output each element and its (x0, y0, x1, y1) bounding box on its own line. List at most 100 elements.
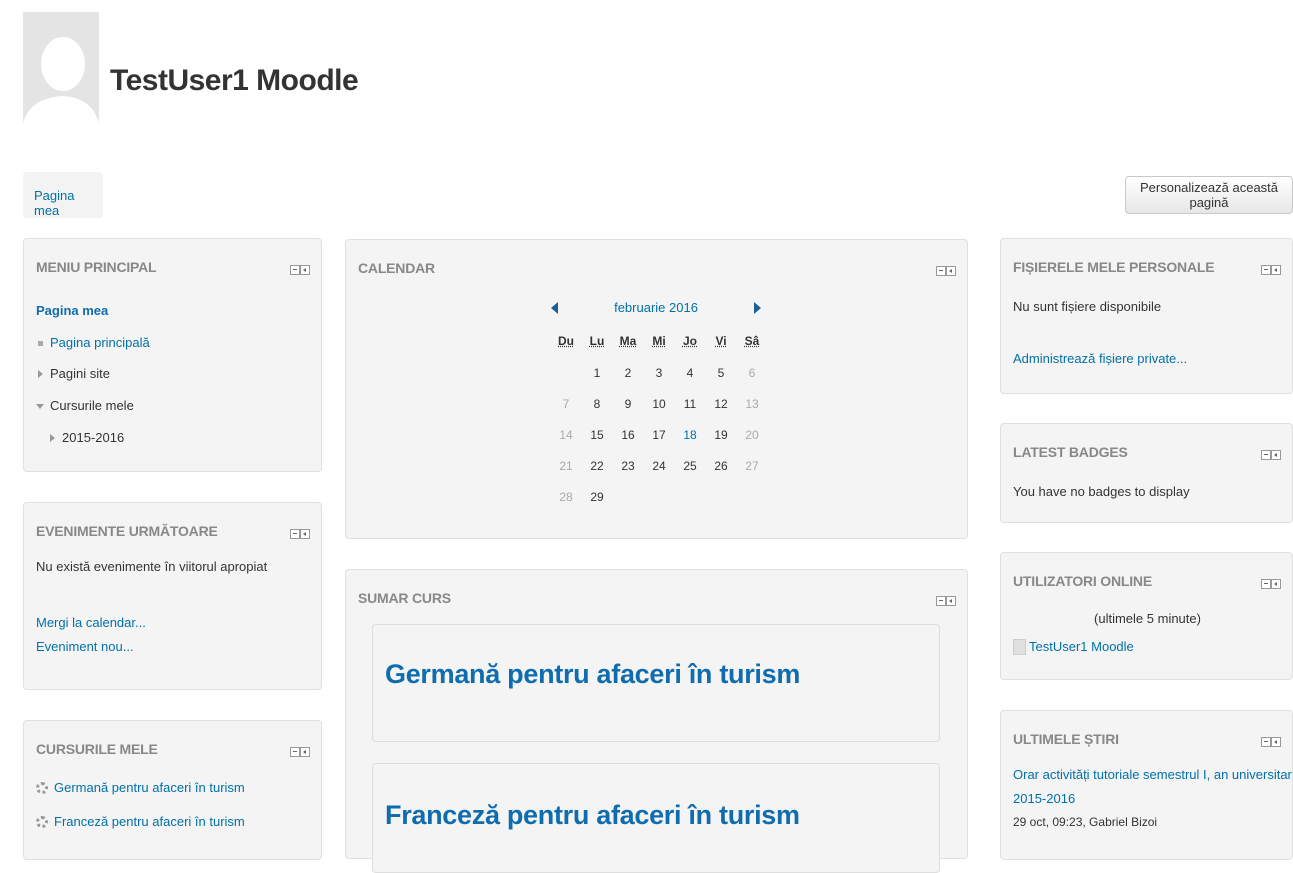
calendar-day[interactable]: 23 (613, 459, 643, 473)
calendar-day[interactable]: 28 (551, 490, 581, 504)
calendar-weekday-header: Lu (582, 334, 612, 348)
user-avatar-icon (1013, 639, 1026, 655)
calendar-day[interactable]: 22 (582, 459, 612, 473)
news-headline-line1[interactable]: Orar activități tutoriale semestrul I, a… (1013, 767, 1292, 782)
course-title-french[interactable]: Franceză pentru afaceri în turism (385, 800, 800, 831)
square-bullet-icon (38, 341, 43, 346)
menu-item-year[interactable]: 2015-2016 (62, 430, 124, 445)
calendar-weekday-header: Mi (644, 334, 674, 348)
calendar-weekday-header: Jo (675, 334, 705, 348)
calendar-month-link[interactable]: februarie 2016 (586, 300, 726, 315)
block-title: SUMAR CURS (358, 590, 451, 606)
calendar-day[interactable]: 15 (582, 428, 612, 442)
page-title: TestUser1 Moodle (110, 64, 358, 98)
block-hide-dock-icon[interactable] (936, 596, 956, 606)
goto-calendar-link[interactable]: Mergi la calendar... (36, 615, 146, 630)
block-title: UTILIZATORI ONLINE (1013, 573, 1152, 589)
calendar-day[interactable]: 2 (613, 366, 643, 380)
menu-item-my-courses[interactable]: Cursurile mele (50, 398, 134, 413)
calendar-weekday-header: Ma (613, 334, 643, 348)
calendar-day[interactable]: 4 (675, 366, 705, 380)
my-courses-block: CURSURILE MELE Germană pentru afaceri în… (23, 720, 322, 860)
news-meta: 29 oct, 09:23, Gabriel Bizoi (1013, 815, 1157, 829)
course-card[interactable]: Franceză pentru afaceri în turism (372, 763, 940, 873)
calendar-day[interactable]: 19 (706, 428, 736, 442)
triangle-right-icon[interactable] (50, 434, 55, 442)
calendar-day[interactable]: 8 (582, 397, 612, 411)
online-period-text: (ultimele 5 minute) (1001, 611, 1293, 626)
calendar-day[interactable]: 24 (644, 459, 674, 473)
block-title: CURSURILE MELE (36, 741, 158, 757)
online-users-block: UTILIZATORI ONLINE (ultimele 5 minute) T… (1000, 552, 1293, 680)
calendar-day[interactable]: 7 (551, 397, 581, 411)
news-headline-line2[interactable]: 2015-2016 (1013, 791, 1075, 806)
calendar-next-month-icon[interactable] (754, 302, 761, 314)
block-hide-dock-icon[interactable] (290, 529, 310, 539)
no-events-text: Nu există evenimente în viitorul apropia… (36, 559, 267, 574)
calendar-day[interactable]: 20 (737, 428, 767, 442)
block-hide-dock-icon[interactable] (290, 747, 310, 757)
calendar-day[interactable]: 17 (644, 428, 674, 442)
profile-avatar (23, 12, 99, 150)
private-files-block: FIȘIERELE MELE PERSONALE Nu sunt fișiere… (1000, 238, 1293, 394)
calendar-day[interactable]: 9 (613, 397, 643, 411)
calendar-day[interactable]: 13 (737, 397, 767, 411)
calendar-day[interactable]: 11 (675, 397, 705, 411)
calendar-weekday-header: Vi (706, 334, 736, 348)
course-card[interactable]: Germană pentru afaceri în turism (372, 624, 940, 742)
calendar-day[interactable]: 10 (644, 397, 674, 411)
calendar-day[interactable]: 16 (613, 428, 643, 442)
menu-item-site-pages[interactable]: Pagini site (50, 366, 110, 381)
calendar-day[interactable]: 6 (737, 366, 767, 380)
calendar-day[interactable]: 29 (582, 490, 612, 504)
block-hide-dock-icon[interactable] (936, 266, 956, 276)
menu-item-my-page[interactable]: Pagina mea (36, 303, 108, 318)
course-link-german[interactable]: Germană pentru afaceri în turism (54, 780, 245, 795)
user-silhouette-icon (23, 12, 99, 150)
block-title: MENIU PRINCIPAL (36, 259, 156, 275)
block-title: EVENIMENTE URMĂTOARE (36, 523, 218, 539)
calendar-block: CALENDAR februarie 2016 Du Lu Ma Mi Jo Vi Sâ 1 2… (345, 239, 968, 539)
calendar-weekday-header: Sâ (737, 334, 767, 348)
calendar-day[interactable]: 27 (737, 459, 767, 473)
block-hide-dock-icon[interactable] (1261, 579, 1281, 589)
latest-badges-block: LATEST BADGES You have no badges to disp… (1000, 423, 1293, 523)
calendar-day[interactable]: 21 (551, 459, 581, 473)
triangle-down-icon[interactable] (36, 404, 44, 409)
triangle-right-icon[interactable] (38, 370, 43, 378)
block-hide-dock-icon[interactable] (1261, 265, 1281, 275)
online-user-link[interactable]: TestUser1 Moodle (1029, 639, 1134, 654)
main-menu-block: MENIU PRINCIPAL Pagina mea Pagina princi… (23, 238, 322, 472)
upcoming-events-block: EVENIMENTE URMĂTOARE Nu există eveniment… (23, 502, 322, 690)
block-title: CALENDAR (358, 260, 435, 276)
customize-page-button[interactable]: Personalizează această pagină (1125, 176, 1293, 214)
block-hide-dock-icon[interactable] (1261, 450, 1281, 460)
calendar-day[interactable]: 12 (706, 397, 736, 411)
new-event-link[interactable]: Eveniment nou... (36, 639, 134, 654)
calendar-day[interactable]: 26 (706, 459, 736, 473)
calendar-prev-month-icon[interactable] (551, 302, 558, 314)
calendar-day[interactable]: 1 (582, 366, 612, 380)
course-icon (36, 816, 48, 828)
block-title: FIȘIERELE MELE PERSONALE (1013, 259, 1214, 275)
block-hide-dock-icon[interactable] (1261, 737, 1281, 747)
latest-news-block: ULTIMELE ȘTIRI Orar activități tutoriale… (1000, 710, 1293, 860)
calendar-weekday-header: Du (551, 334, 581, 348)
calendar-day-today[interactable]: 18 (675, 428, 705, 442)
block-title: ULTIMELE ȘTIRI (1013, 731, 1119, 747)
calendar-day[interactable]: 25 (675, 459, 705, 473)
calendar-day[interactable]: 3 (644, 366, 674, 380)
block-title: LATEST BADGES (1013, 444, 1128, 460)
course-title-german[interactable]: Germană pentru afaceri în turism (385, 659, 800, 690)
course-link-french[interactable]: Franceză pentru afaceri în turism (54, 814, 245, 829)
no-files-text: Nu sunt fișiere disponibile (1013, 299, 1161, 314)
nav-my-page[interactable]: Pagina mea (23, 172, 103, 218)
menu-item-home[interactable]: Pagina principală (50, 335, 150, 350)
course-summary-block: SUMAR CURS Germană pentru afaceri în tur… (345, 569, 968, 859)
block-hide-dock-icon[interactable] (290, 265, 310, 275)
manage-private-files-link[interactable]: Administrează fișiere private... (1013, 351, 1187, 366)
course-icon (36, 782, 48, 794)
no-badges-text: You have no badges to display (1013, 484, 1190, 499)
calendar-day[interactable]: 5 (706, 366, 736, 380)
calendar-day[interactable]: 14 (551, 428, 581, 442)
